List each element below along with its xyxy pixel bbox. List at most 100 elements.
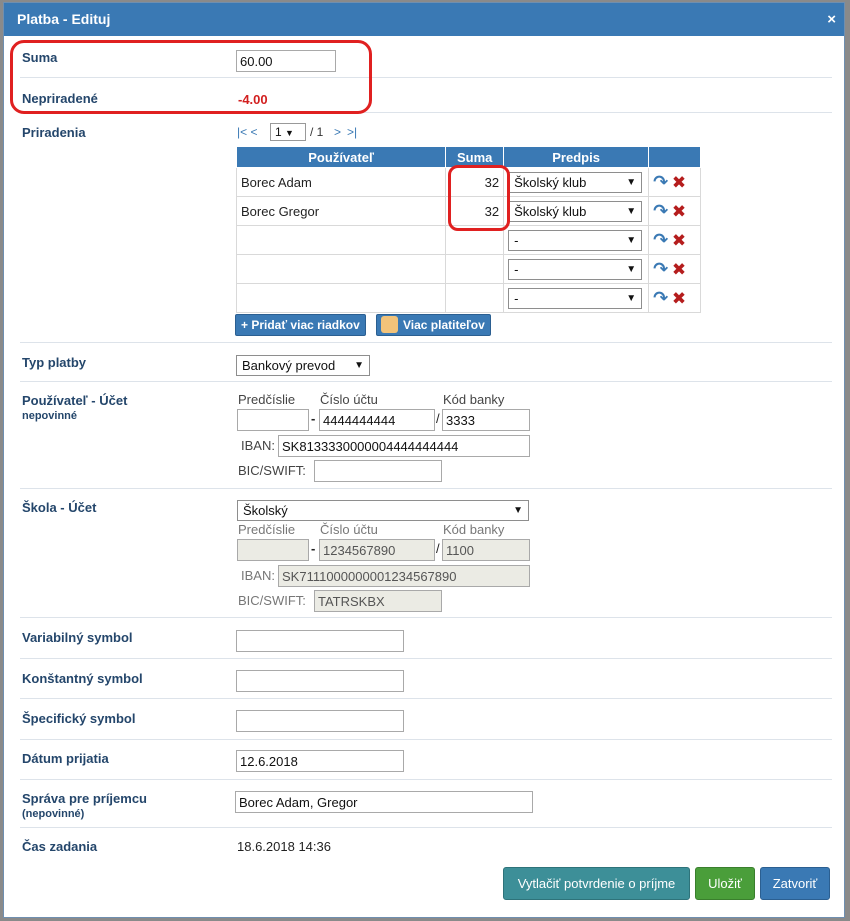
col-header-predpis: Predpis [503,146,650,168]
school-kod-label: Kód banky [443,522,505,537]
move-arrow-icon[interactable]: ↷ [653,230,668,250]
move-arrow-icon[interactable]: ↷ [653,201,668,221]
col-header-amount: Suma [445,146,505,168]
user-cislo-input[interactable] [319,409,435,431]
cell-amount[interactable] [445,225,505,255]
dialog-titlebar: Platba - Edituj × [4,3,844,36]
pager-last[interactable]: >| [347,125,357,139]
variabilny-label: Variabilný symbol [22,630,133,645]
pager-prev[interactable]: < [250,125,257,139]
predpis-select[interactable]: Školský klub ▼ [508,200,643,222]
predpis-select[interactable]: Školský klub ▼ [508,171,643,193]
user-iban-label: IBAN: [241,438,275,453]
user-kod-input[interactable] [442,409,530,431]
cell-predpis: Školský klub ▼ [503,167,650,197]
row-konstantny: Konštantný symbol [20,659,832,699]
school-predcislie-input [237,539,309,561]
skola-ucet-select[interactable]: Školský ▼ [237,500,529,521]
table-row: Borec Gregor 32 Školský klub ▼ ↷ ✖ [235,196,701,226]
school-kod-input [442,539,530,561]
user-bic-input[interactable] [314,460,442,482]
more-payers-button[interactable]: Viac platiteľov [376,314,491,336]
cell-user [235,254,447,284]
dialog-title: Platba - Edituj [17,11,111,27]
school-cislo-label: Číslo účtu [320,522,378,537]
typ-platby-select[interactable]: Bankový prevod ▼ [236,355,370,376]
slash-separator: / [436,541,440,556]
delete-icon[interactable]: ✖ [672,173,686,192]
suma-input[interactable] [236,50,336,72]
user-predcislie-input[interactable] [237,409,309,431]
user-predcislie-label: Predčíslie [238,392,296,407]
variabilny-input[interactable] [236,630,404,652]
row-cas: Čas zadania 18.6.2018 14:36 [20,828,832,860]
table-row: Borec Adam 32 Školský klub ▼ ↷ ✖ [235,167,701,197]
typ-platby-label: Typ platby [22,355,87,370]
move-arrow-icon[interactable]: ↷ [653,288,668,308]
table-row: - ▼ ↷ ✖ [235,283,701,313]
person-icon [381,316,398,333]
assignments-table: Používateľ Suma Predpis Borec Adam 32 Šk… [235,146,701,313]
pouzivatel-ucet-label: Používateľ - Účet nepovinné [22,393,128,422]
delete-icon[interactable]: ✖ [672,260,686,279]
row-datum: Dátum prijatia [20,740,832,780]
table-row: - ▼ ↷ ✖ [235,254,701,284]
cell-amount[interactable]: 32 [445,167,505,197]
save-button[interactable]: Uložiť [695,867,755,900]
school-predcislie-label: Predčíslie [238,522,296,537]
predpis-select[interactable]: - ▼ [508,287,643,309]
close-icon[interactable]: × [827,3,836,36]
row-pouzivatel-ucet: Používateľ - Účet nepovinné Predčíslie Čí… [20,382,832,489]
cell-actions: ↷ ✖ [648,283,701,313]
pager-next[interactable]: > [334,125,341,139]
close-button[interactable]: Zatvoriť [760,867,830,900]
sprava-input[interactable] [235,791,533,813]
pager-first[interactable]: |< [237,125,247,139]
row-typ-platby: Typ platby Bankový prevod ▼ [20,343,832,382]
row-specificky: Špecifický symbol [20,699,832,740]
row-sprava: Správa pre príjemcu (nepovinné) [20,780,832,828]
delete-icon[interactable]: ✖ [672,202,686,221]
konstantny-input[interactable] [236,670,404,692]
nepriradene-label: Nepriradené [22,91,98,106]
school-bic-label: BIC/SWIFT: [238,593,306,608]
pager: |< < 1 ▼ / 1 > >| [237,123,357,141]
print-confirmation-button[interactable]: Vytlačiť potvrdenie o príjme [503,867,690,900]
add-rows-button[interactable]: + Pridať viac riadkov [235,314,366,336]
predpis-select[interactable]: - ▼ [508,258,643,280]
predpis-select[interactable]: - ▼ [508,229,643,251]
row-variabilny: Variabilný symbol [20,618,832,659]
delete-icon[interactable]: ✖ [672,289,686,308]
move-arrow-icon[interactable]: ↷ [653,259,668,279]
sprava-label: Správa pre príjemcu (nepovinné) [22,791,147,820]
delete-icon[interactable]: ✖ [672,231,686,250]
cell-user: Borec Gregor [235,196,447,226]
pager-total: / 1 [310,125,324,139]
datum-input[interactable] [236,750,404,772]
user-iban-input[interactable] [278,435,530,457]
payment-edit-dialog: Platba - Edituj × Suma Nepriradené -4.00… [3,2,845,918]
cell-predpis: - ▼ [503,254,650,284]
priradenia-label: Priradenia [22,125,86,140]
table-row: - ▼ ↷ ✖ [235,225,701,255]
cell-predpis: - ▼ [503,283,650,313]
cell-user [235,283,447,313]
cell-amount[interactable] [445,254,505,284]
row-nepriradene: Nepriradené -4.00 [20,78,832,113]
pager-page-value: 1 [275,125,282,139]
skola-ucet-label: Škola - Účet [22,500,97,515]
specificky-label: Špecifický symbol [22,711,136,726]
row-suma: Suma [20,36,832,78]
col-header-actions [648,146,701,168]
cas-label: Čas zadania [22,839,98,854]
cell-user: Borec Adam [235,167,447,197]
more-payers-label: Viac platiteľov [403,318,485,332]
cell-amount[interactable] [445,283,505,313]
cell-actions: ↷ ✖ [648,254,701,284]
move-arrow-icon[interactable]: ↷ [653,172,668,192]
pager-page-select[interactable]: 1 ▼ [270,123,306,141]
specificky-input[interactable] [236,710,404,732]
cell-amount[interactable]: 32 [445,196,505,226]
cell-actions: ↷ ✖ [648,225,701,255]
user-bic-label: BIC/SWIFT: [238,463,306,478]
